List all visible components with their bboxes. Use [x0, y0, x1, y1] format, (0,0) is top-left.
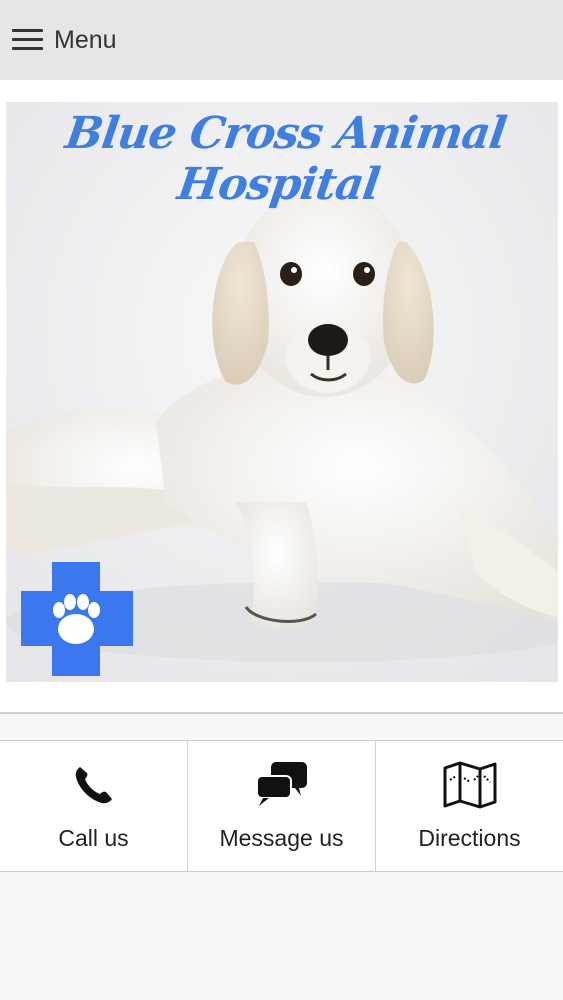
call-us-label: Call us	[58, 825, 129, 851]
message-us-button[interactable]: Message us	[188, 741, 376, 871]
phone-icon	[72, 759, 116, 811]
hero-title: Blue Cross Animal Hospital	[62, 108, 509, 210]
action-bar: Call us Message us Directions	[0, 740, 563, 872]
menu-label: Menu	[54, 25, 117, 54]
map-icon	[442, 759, 498, 811]
hero-section: Blue Cross Animal Hospital	[0, 80, 563, 712]
top-bar: Menu	[0, 0, 563, 80]
hamburger-icon	[12, 28, 44, 52]
directions-label: Directions	[418, 825, 521, 851]
directions-button[interactable]: Directions	[376, 741, 563, 871]
message-us-label: Message us	[219, 825, 344, 851]
menu-button[interactable]: Menu	[12, 26, 117, 55]
hero-banner: Blue Cross Animal Hospital	[6, 102, 558, 682]
spacer	[0, 714, 563, 740]
chat-bubbles-icon	[255, 759, 309, 811]
call-us-button[interactable]: Call us	[0, 741, 188, 871]
